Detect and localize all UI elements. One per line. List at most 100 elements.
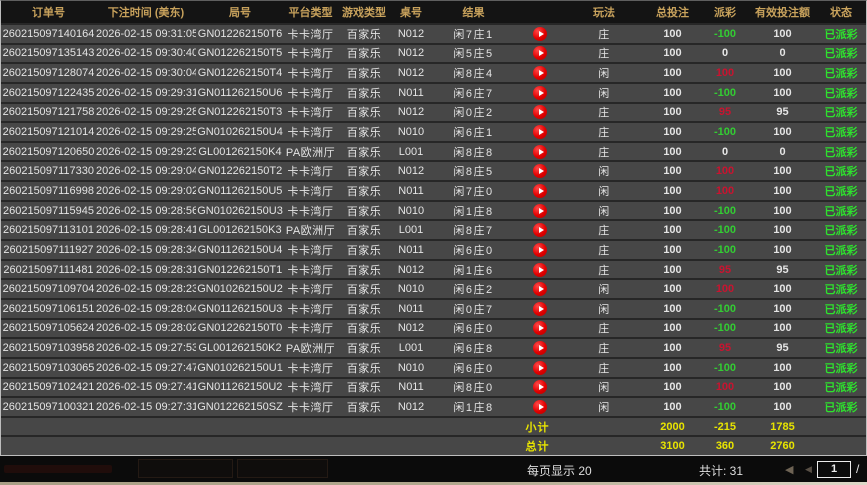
total-bet-cell: 100 [644, 381, 701, 393]
table-no-cell: N012 [391, 165, 431, 177]
table-row: 260215097111927 2026-02-15 09:28:34 GN01… [1, 239, 866, 259]
replay-video-button[interactable] [533, 341, 547, 355]
table-row: 260215097109704 2026-02-15 09:28:23 GN01… [1, 278, 866, 298]
replay-cell [516, 86, 564, 100]
result-cell: 闲8庄4 [431, 65, 516, 81]
first-page-button[interactable]: ◀ [785, 463, 793, 476]
platform-cell: 卡卡湾厅 [284, 104, 337, 120]
subtotal-payout: -215 [701, 421, 749, 433]
play-icon [539, 286, 544, 292]
replay-video-button[interactable] [533, 400, 547, 414]
valid-bet-cell: 100 [749, 87, 816, 99]
platform-cell: 卡卡湾厅 [284, 65, 337, 81]
payout-cell: -100 [701, 362, 749, 374]
replay-video-button[interactable] [533, 46, 547, 60]
round-id-cell: GN012262150T0 [196, 322, 284, 334]
play-icon [539, 208, 544, 214]
replay-video-button[interactable] [533, 243, 547, 257]
valid-bet-cell: 100 [749, 303, 816, 315]
replay-video-button[interactable] [533, 282, 547, 296]
bet-records-screen: 订单号 下注时间 (美东) 局号 平台类型 游戏类型 桌号 结果 玩法 总投注 … [0, 0, 867, 485]
replay-video-button[interactable] [533, 380, 547, 394]
platform-cell: 卡卡湾厅 [284, 124, 337, 140]
table-no-cell: N012 [391, 401, 431, 413]
replay-video-button[interactable] [533, 321, 547, 335]
payout-cell: 0 [701, 146, 749, 158]
bet-time-cell: 2026-02-15 09:27:53 [96, 342, 196, 354]
replay-video-button[interactable] [533, 27, 547, 41]
platform-cell: 卡卡湾厅 [284, 242, 337, 258]
status-badge: 已派彩 [816, 65, 866, 81]
platform-cell: 卡卡湾厅 [284, 360, 337, 376]
replay-cell [516, 321, 564, 335]
replay-video-button[interactable] [533, 361, 547, 375]
column-header-table-no: 桌号 [391, 4, 431, 20]
round-id-cell: GN010262150U3 [196, 205, 284, 217]
total-bet-cell: 100 [644, 362, 701, 374]
replay-video-button[interactable] [533, 145, 547, 159]
replay-video-button[interactable] [533, 105, 547, 119]
play-type-cell: 闲 [564, 163, 644, 179]
replay-video-button[interactable] [533, 223, 547, 237]
game-type-cell: 百家乐 [337, 379, 391, 395]
replay-cell [516, 243, 564, 257]
platform-cell: 卡卡湾厅 [284, 301, 337, 317]
bet-records-table: 订单号 下注时间 (美东) 局号 平台类型 游戏类型 桌号 结果 玩法 总投注 … [0, 0, 867, 456]
status-badge: 已派彩 [816, 360, 866, 376]
dimmed-background-button [237, 459, 328, 478]
status-badge: 已派彩 [816, 124, 866, 140]
status-badge: 已派彩 [816, 104, 866, 120]
result-cell: 闲7庄1 [431, 26, 516, 42]
valid-bet-cell: 100 [749, 322, 816, 334]
total-bet-cell: 100 [644, 146, 701, 158]
table-row: 260215097140164 2026-02-15 09:31:05 GN01… [1, 23, 866, 43]
bet-time-cell: 2026-02-15 09:28:02 [96, 322, 196, 334]
round-id-cell: GN011262150U6 [196, 87, 284, 99]
play-type-cell: 庄 [564, 104, 644, 120]
prev-page-button[interactable]: ◀ [805, 464, 812, 475]
order-id-cell: 260215097116998 [1, 185, 96, 197]
valid-bet-cell: 100 [749, 401, 816, 413]
subtotal-row: 小计 2000 -215 1785 [1, 416, 866, 436]
order-id-cell: 260215097140164 [1, 28, 96, 40]
play-type-cell: 庄 [564, 144, 644, 160]
game-type-cell: 百家乐 [337, 183, 391, 199]
valid-bet-cell: 100 [749, 28, 816, 40]
column-header-order-id: 订单号 [1, 4, 96, 20]
play-icon [539, 267, 544, 273]
replay-video-button[interactable] [533, 86, 547, 100]
game-type-cell: 百家乐 [337, 222, 391, 238]
play-icon [539, 325, 544, 331]
table-row: 260215097111481 2026-02-15 09:28:31 GN01… [1, 259, 866, 279]
replay-video-button[interactable] [533, 125, 547, 139]
result-cell: 闲6庄0 [431, 320, 516, 336]
round-id-cell: GN011262150U3 [196, 303, 284, 315]
replay-video-button[interactable] [533, 263, 547, 277]
table-no-cell: N012 [391, 322, 431, 334]
column-header-total-bet: 总投注 [644, 4, 701, 20]
total-bet-cell: 100 [644, 401, 701, 413]
order-id-cell: 260215097121014 [1, 126, 96, 138]
column-header-status: 状态 [816, 4, 866, 20]
table-no-cell: N010 [391, 283, 431, 295]
replay-video-button[interactable] [533, 184, 547, 198]
bet-time-cell: 2026-02-15 09:27:31 [96, 401, 196, 413]
game-type-cell: 百家乐 [337, 281, 391, 297]
table-row: 260215097105624 2026-02-15 09:28:02 GN01… [1, 318, 866, 338]
replay-video-button[interactable] [533, 204, 547, 218]
game-type-cell: 百家乐 [337, 104, 391, 120]
play-type-cell: 闲 [564, 301, 644, 317]
round-id-cell: GN012262150T2 [196, 165, 284, 177]
play-icon [539, 50, 544, 56]
replay-video-button[interactable] [533, 164, 547, 178]
table-row: 260215097103065 2026-02-15 09:27:47 GN01… [1, 357, 866, 377]
replay-video-button[interactable] [533, 302, 547, 316]
result-cell: 闲8庄5 [431, 163, 516, 179]
order-id-cell: 260215097102421 [1, 381, 96, 393]
play-type-cell: 庄 [564, 45, 644, 61]
total-bet-cell: 100 [644, 205, 701, 217]
page-number-input[interactable]: 1 [817, 461, 851, 478]
payout-cell: -100 [701, 401, 749, 413]
payout-cell: -100 [701, 205, 749, 217]
replay-video-button[interactable] [533, 66, 547, 80]
